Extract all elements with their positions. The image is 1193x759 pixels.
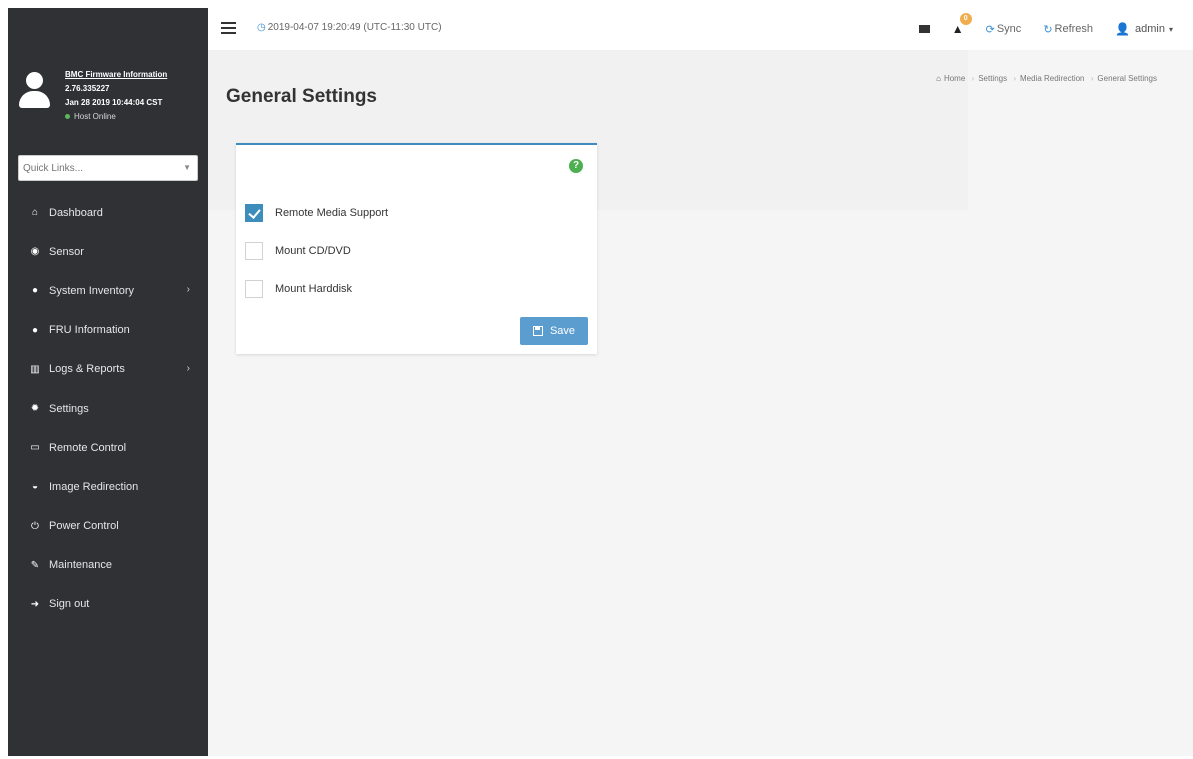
messages-button[interactable] <box>918 25 930 33</box>
envelope-icon <box>918 25 930 33</box>
help-icon[interactable]: ? <box>569 159 583 173</box>
save-label: Save <box>549 325 576 337</box>
sensor-icon: ◉ <box>30 246 40 258</box>
sidebar-item-maintenance[interactable]: ✎ Maintenance <box>8 546 208 585</box>
host-status: Host Online <box>65 110 205 124</box>
user-avatar-icon <box>18 72 50 110</box>
sidebar-item-remote-control[interactable]: ▭ Remote Control <box>8 428 208 467</box>
alert-count-badge: 0 <box>959 13 972 25</box>
warning-icon: ▲ <box>951 22 964 36</box>
user-label: admin <box>1135 23 1165 35</box>
app-root: BMC Firmware Information 2.76.335227 Jan… <box>0 0 1193 759</box>
sidebar-item-dashboard[interactable]: ⌂ Dashboard <box>8 193 208 232</box>
sidebar-item-label: Sensor <box>49 245 84 258</box>
user-panel: BMC Firmware Information 2.76.335227 Jan… <box>8 58 208 148</box>
dashboard-icon: ⌂ <box>31 207 39 219</box>
floppy-disk-icon <box>532 326 543 336</box>
header-actions: ▲ 0 ⟳ Sync ↻ Refresh 👤 admin ▾ <box>897 13 1173 40</box>
mount-cd-dvd-checkbox[interactable] <box>245 242 263 260</box>
refresh-label: Refresh <box>1054 23 1094 35</box>
mount-cd-dvd-option[interactable]: Mount CD/DVD <box>245 242 351 260</box>
clock-icon: ◷ <box>257 22 266 33</box>
monitor-icon: ▭ <box>30 442 40 454</box>
status-dot-icon <box>65 114 70 120</box>
firmware-info-link[interactable]: BMC Firmware Information <box>65 68 205 82</box>
alerts-button[interactable]: ▲ 0 <box>951 13 972 36</box>
breadcrumb-current: General Settings <box>1097 74 1157 83</box>
caret-down-icon: ▾ <box>1168 24 1173 34</box>
chevron-right-icon: › <box>186 284 190 296</box>
sidebar-item-label: Dashboard <box>49 206 103 219</box>
user-icon: 👤 <box>1115 22 1131 36</box>
sidebar-item-power-control[interactable]: ⏻ Power Control <box>8 507 208 546</box>
datetime-label: 2019-04-07 19:20:49 (UTC-11:30 UTC) <box>267 22 442 33</box>
sidebar-item-label: Remote Control <box>49 441 127 454</box>
sidebar-item-label: Maintenance <box>49 559 112 572</box>
chevron-right-icon: › <box>186 362 190 374</box>
remote-media-support-checkbox[interactable] <box>245 204 263 222</box>
sync-icon: ⟳ <box>985 23 995 36</box>
menu-toggle-icon[interactable] <box>221 22 236 34</box>
firmware-date: Jan 28 2019 10:44:04 CST <box>65 98 163 107</box>
sidebar-item-label: Sign out <box>49 598 90 611</box>
user-menu-button[interactable]: 👤 admin ▾ <box>1115 22 1173 36</box>
gear-icon: ✹ <box>30 403 40 415</box>
wrench-icon: ✎ <box>30 559 40 571</box>
save-button[interactable]: Save <box>520 317 588 345</box>
mount-harddisk-option[interactable]: Mount Harddisk <box>245 280 352 298</box>
sign-out-icon: ➜ <box>30 598 40 610</box>
sidebar-item-sensor[interactable]: ◉ Sensor <box>8 232 208 271</box>
mount-cd-dvd-label: Mount CD/DVD <box>275 245 351 257</box>
breadcrumb-media-redirection[interactable]: Media Redirection <box>1020 74 1084 83</box>
sync-button[interactable]: ⟳ Sync <box>986 23 1022 36</box>
sidebar-item-system-inventory[interactable]: ● System Inventory › <box>8 271 208 310</box>
page-title: General Settings <box>226 86 377 107</box>
sync-label: Sync <box>996 23 1022 35</box>
sidebar-item-logs-reports[interactable]: ▥ Logs & Reports › <box>8 350 208 389</box>
firmware-version: 2.76.335227 <box>65 84 110 93</box>
breadcrumb: ⌂ Home › Settings › Media Redirection › Gene… <box>936 74 1157 83</box>
sidebar-item-label: Image Redirection <box>49 480 139 493</box>
home-icon: ⌂ <box>936 74 941 83</box>
sidebar-item-image-redirection[interactable]: ◒ Image Redirection <box>8 467 208 506</box>
sidebar: BMC Firmware Information 2.76.335227 Jan… <box>8 8 208 756</box>
mount-harddisk-label: Mount Harddisk <box>275 283 353 295</box>
sidebar-item-label: System Inventory <box>49 284 134 297</box>
info-icon: ● <box>31 324 39 336</box>
server-datetime: ◷ 2019-04-07 19:20:49 (UTC-11:30 UTC) <box>257 22 442 33</box>
remote-media-support-option[interactable]: Remote Media Support <box>245 204 388 222</box>
chevron-down-icon: ▼ <box>183 163 191 172</box>
remote-media-support-label: Remote Media Support <box>275 207 389 219</box>
general-settings-panel: ? Remote Media Support Mount CD/DVD Moun… <box>236 143 597 354</box>
sidebar-item-label: FRU Information <box>49 324 130 337</box>
firmware-info: BMC Firmware Information 2.76.335227 Jan… <box>65 68 205 124</box>
breadcrumb-home[interactable]: Home <box>944 74 965 83</box>
info-icon: ● <box>31 285 39 297</box>
power-icon: ⏻ <box>31 520 39 532</box>
mount-harddisk-checkbox[interactable] <box>245 280 263 298</box>
sidebar-item-label: Settings <box>49 402 89 415</box>
sidebar-nav: ⌂ Dashboard ◉ Sensor ● System Inventory … <box>8 193 208 624</box>
sidebar-item-settings[interactable]: ✹ Settings <box>8 389 208 428</box>
chart-icon: ▥ <box>30 363 40 375</box>
top-header: ◷ 2019-04-07 19:20:49 (UTC-11:30 UTC) ▲ 0… <box>208 8 1193 50</box>
quick-links-select[interactable]: ▼ <box>18 155 198 181</box>
main-content: General Settings ⌂ Home › Settings › Media … <box>208 50 1193 756</box>
sidebar-item-label: Power Control <box>49 520 119 533</box>
host-status-label: Host Online <box>74 112 116 121</box>
breadcrumb-settings[interactable]: Settings <box>978 74 1007 83</box>
refresh-button[interactable]: ↻ Refresh <box>1043 23 1093 36</box>
quick-links-input[interactable] <box>19 156 169 180</box>
sidebar-item-label: Logs & Reports <box>49 363 125 376</box>
refresh-icon: ↻ <box>1043 23 1053 36</box>
sidebar-item-fru-information[interactable]: ● FRU Information <box>8 311 208 350</box>
disc-icon: ◒ <box>31 481 39 493</box>
sidebar-item-sign-out[interactable]: ➜ Sign out <box>8 585 208 624</box>
